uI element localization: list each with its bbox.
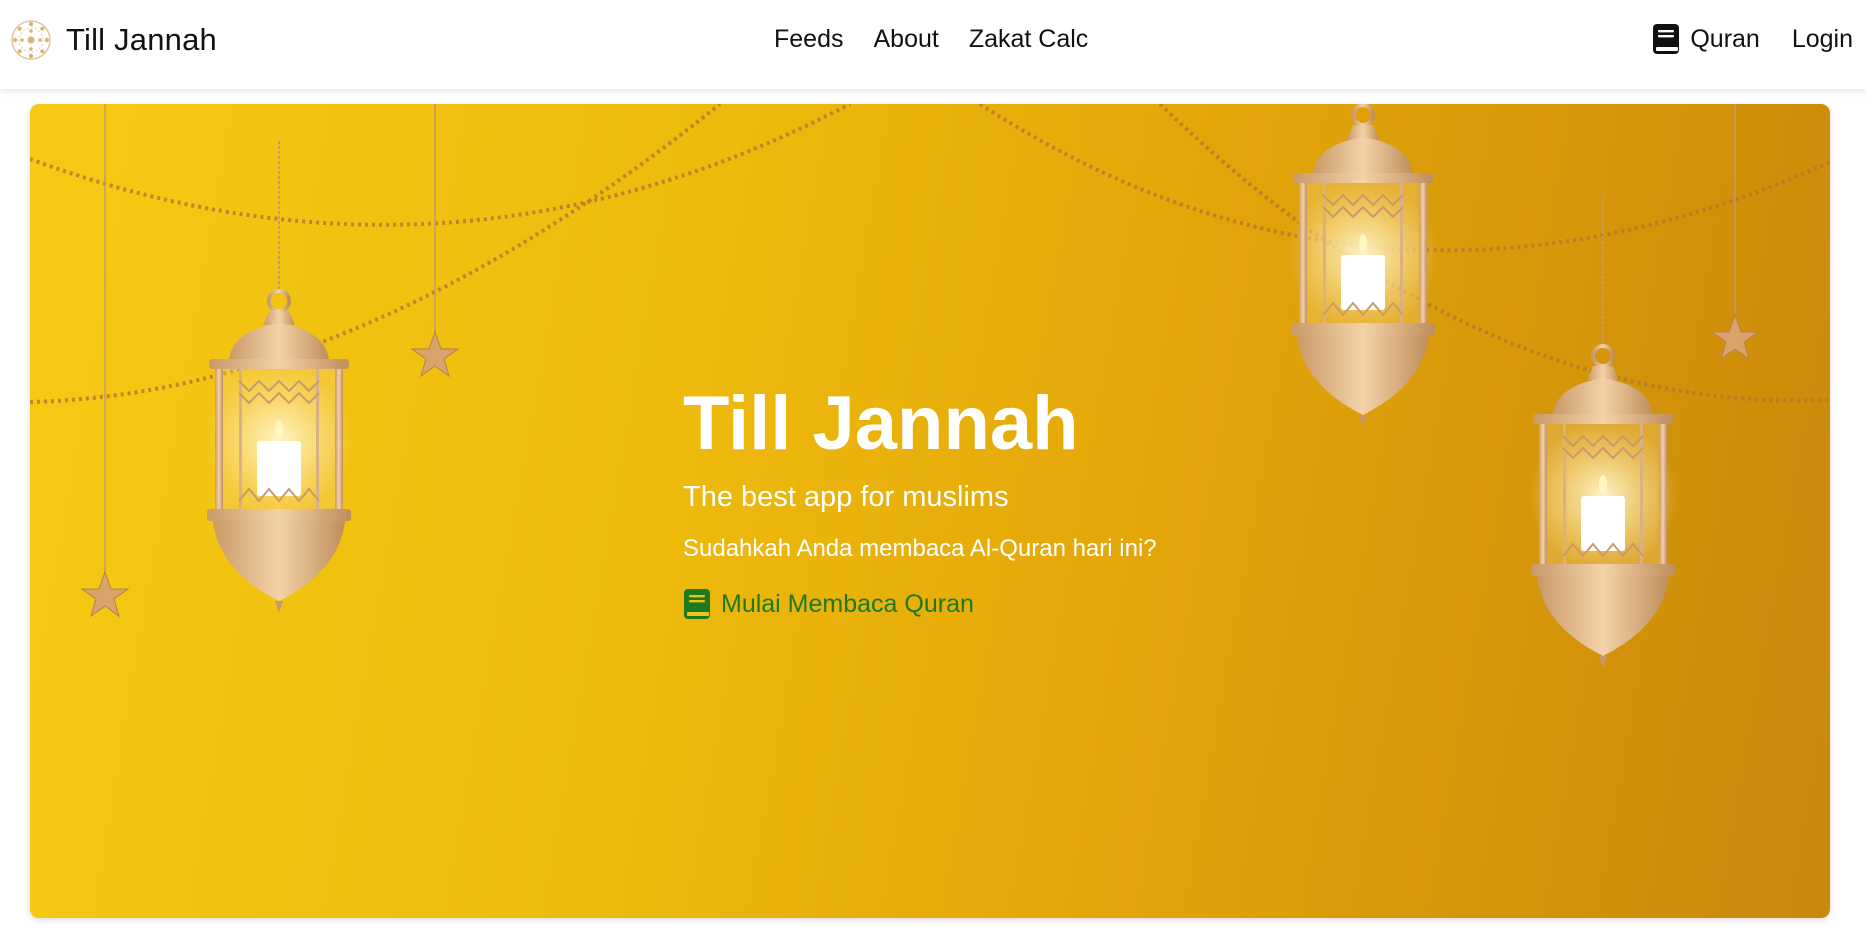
nav-link-quran[interactable]: Quran: [1652, 22, 1760, 56]
star-icon: [411, 331, 459, 377]
lantern-icon: [1526, 194, 1680, 670]
hero-banner: Till Jannah The best app for muslims Sud…: [30, 104, 1830, 918]
hero-cta-label: Mulai Membaca Quran: [721, 590, 974, 618]
star-icon: [81, 571, 129, 617]
nav-link-about[interactable]: About: [873, 22, 938, 56]
start-reading-quran-link[interactable]: Mulai Membaca Quran: [683, 587, 1383, 621]
hero-subtitle: The best app for muslims: [683, 481, 1009, 513]
brand-link[interactable]: Till Jannah: [10, 18, 217, 62]
mandala-logo-icon: [11, 20, 51, 60]
nav-link-zakat-calc[interactable]: Zakat Calc: [969, 22, 1088, 56]
star-icon: [1711, 314, 1759, 360]
book-icon: [684, 589, 710, 619]
hero-question: Sudahkah Anda membaca Al-Quran hari ini?: [683, 535, 1157, 562]
nav-right: Quran Login: [1652, 22, 1853, 56]
top-navbar: Till Jannah Feeds About Zakat Calc Quran…: [0, 0, 1867, 89]
brand-name: Till Jannah: [66, 22, 217, 57]
nav-link-login[interactable]: Login: [1792, 22, 1853, 56]
nav-quran-label: Quran: [1690, 25, 1760, 53]
book-icon: [1653, 24, 1680, 54]
main-nav: Feeds About Zakat Calc: [774, 22, 1088, 56]
nav-link-feeds[interactable]: Feeds: [774, 22, 843, 56]
hero-title: Till Jannah: [683, 381, 1079, 466]
hero-content: Till Jannah The best app for muslims Sud…: [683, 379, 1383, 621]
